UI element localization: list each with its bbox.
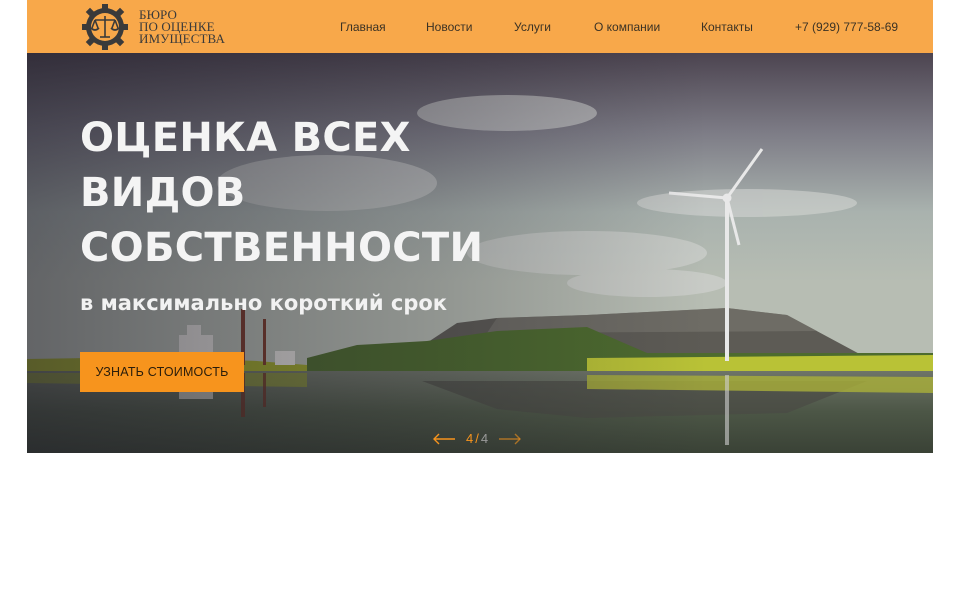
brand-line-3: ИМУЩЕСТВА <box>139 31 225 46</box>
arrow-left-icon[interactable] <box>432 433 456 445</box>
get-price-button[interactable]: УЗНАТЬ СТОИМОСТЬ <box>80 352 244 392</box>
nav-link-about[interactable]: О компании <box>594 20 660 34</box>
arrow-right-icon[interactable] <box>498 433 522 445</box>
logo-link[interactable]: БЮРО ПО ОЦЕНКЕ ИМУЩЕСТВА <box>80 4 225 50</box>
slide-current: 4 <box>466 431 474 446</box>
brand-name: БЮРО ПО ОЦЕНКЕ ИМУЩЕСТВА <box>139 8 225 46</box>
hero-subtitle: в максимально короткий срок <box>80 291 448 315</box>
nav-link-phone[interactable]: +7 (929) 777-58-69 <box>795 20 898 34</box>
site-header: БЮРО ПО ОЦЕНКЕ ИМУЩЕСТВА Главная Новости… <box>27 0 933 53</box>
slider-controls: 4/4 <box>432 431 522 446</box>
slide-total: 4 <box>480 431 489 446</box>
nav-link-home[interactable]: Главная <box>340 20 386 34</box>
hero-title: ОЦЕНКА ВСЕХ ВИДОВ СОБСТВЕННОСТИ <box>80 111 483 276</box>
nav-link-news[interactable]: Новости <box>426 20 472 34</box>
hero-slider: ОЦЕНКА ВСЕХ ВИДОВ СОБСТВЕННОСТИ в максим… <box>27 53 933 453</box>
nav-link-contacts[interactable]: Контакты <box>701 20 753 34</box>
site-wrapper: БЮРО ПО ОЦЕНКЕ ИМУЩЕСТВА Главная Новости… <box>27 0 933 453</box>
hero-title-line-3: СОБСТВЕННОСТИ <box>80 225 484 271</box>
hero-title-line-1: ОЦЕНКА ВСЕХ <box>80 115 411 161</box>
hero-title-line-2: ВИДОВ <box>80 170 246 216</box>
slide-counter: 4/4 <box>466 431 488 446</box>
slide-separator: / <box>475 431 479 446</box>
gear-scales-logo-icon <box>82 4 128 50</box>
nav-link-services[interactable]: Услуги <box>514 20 551 34</box>
